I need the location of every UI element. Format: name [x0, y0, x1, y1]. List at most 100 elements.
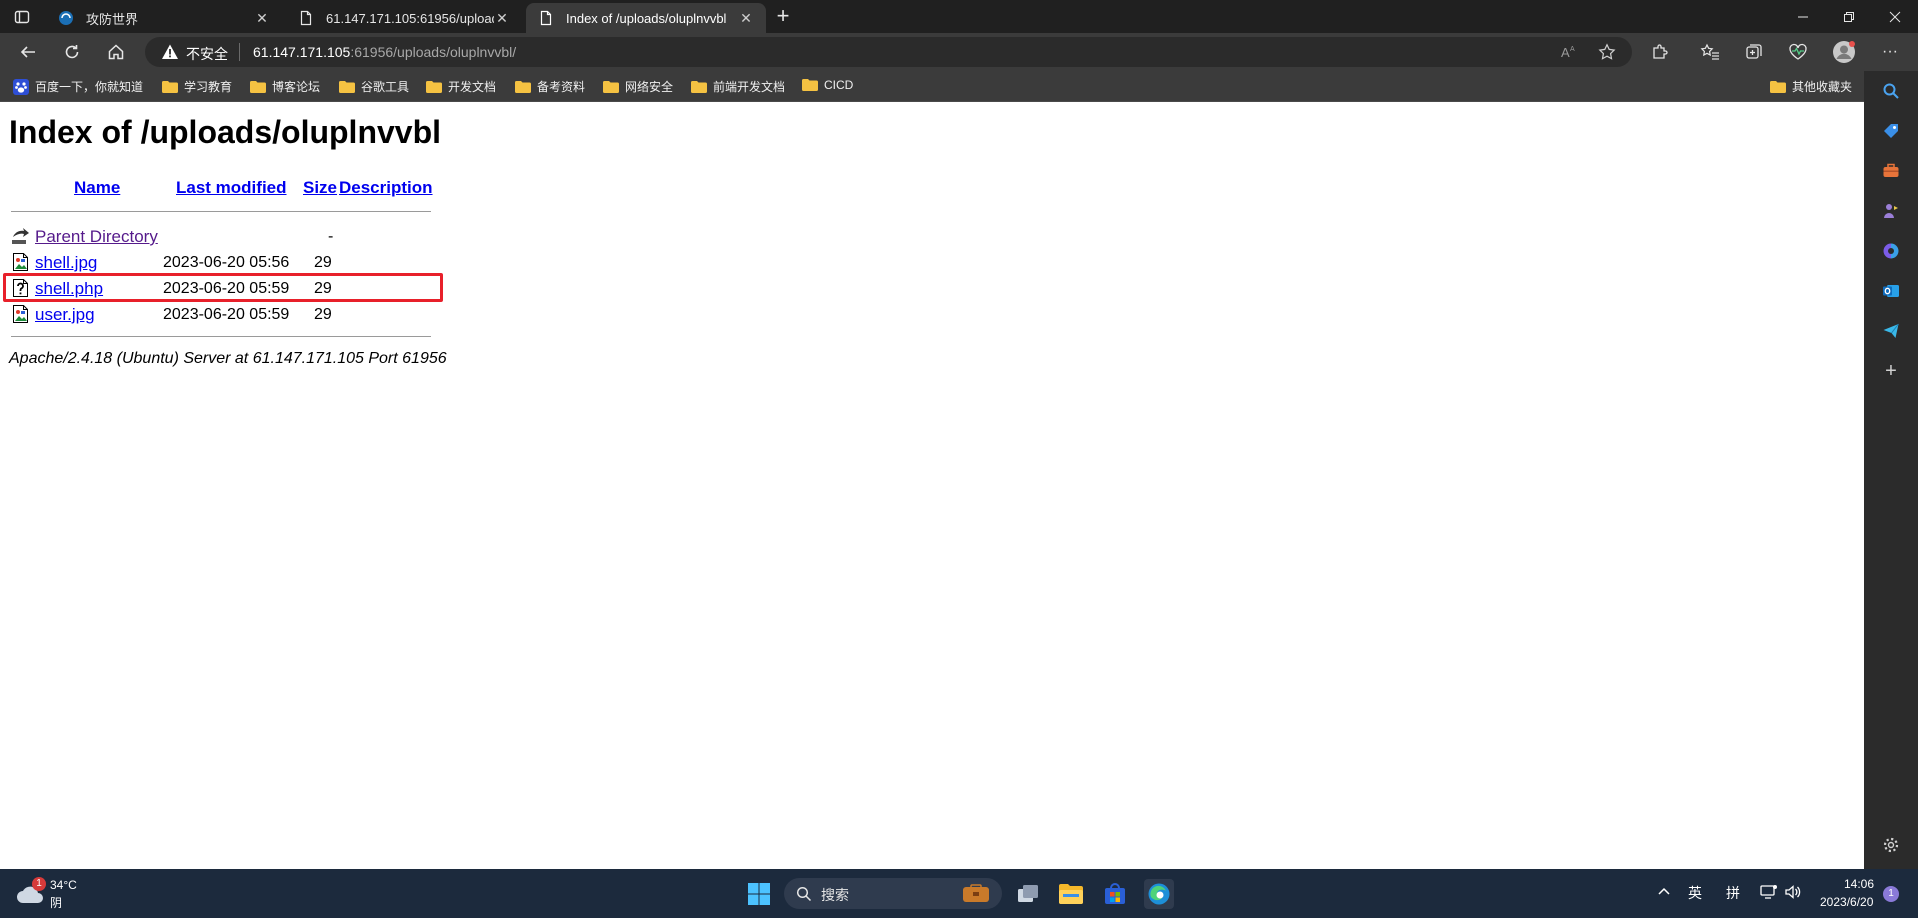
- row-size: 29: [314, 280, 332, 297]
- show-hidden-icons[interactable]: [1656, 884, 1672, 900]
- close-tab-icon[interactable]: ✕: [254, 10, 270, 27]
- bookmark-folder-cicd[interactable]: CICD: [802, 78, 853, 92]
- weather-desc: 阴: [50, 896, 63, 910]
- page-icon: [298, 10, 314, 26]
- link-parent-directory[interactable]: Parent Directory: [35, 227, 158, 247]
- copilot-icon[interactable]: [1881, 241, 1901, 261]
- column-header-description[interactable]: Description: [339, 178, 433, 198]
- windows-logo-icon: [748, 883, 770, 905]
- site-favicon-icon: [58, 10, 74, 26]
- tab-upload[interactable]: 61.147.171.105:61956/upload.php ✕: [286, 3, 522, 33]
- folder-icon: [339, 80, 355, 93]
- browser-essentials-icon[interactable]: [1786, 40, 1810, 64]
- minimize-button[interactable]: [1780, 0, 1826, 33]
- bookmark-label: 学习教育: [184, 80, 233, 94]
- taskbar-search[interactable]: 搜索: [784, 878, 1002, 909]
- bookmark-folder-study[interactable]: 学习教育: [162, 78, 232, 95]
- start-button[interactable]: [744, 879, 774, 909]
- column-header-name[interactable]: Name: [74, 178, 120, 198]
- server-signature: Apache/2.4.18 (Ubuntu) Server at 61.147.…: [9, 350, 447, 367]
- row-date: 2023-06-20 05:56: [163, 254, 290, 271]
- notification-badge[interactable]: 1: [1883, 886, 1899, 902]
- url-host: 61.147.171.105: [253, 44, 351, 60]
- weather-temp: 34°C: [50, 878, 77, 892]
- collections-icon[interactable]: [1742, 40, 1766, 64]
- close-tab-icon[interactable]: ✕: [494, 10, 510, 27]
- close-tab-icon[interactable]: ✕: [738, 10, 754, 27]
- link-shell-jpg[interactable]: shell.jpg: [35, 253, 97, 273]
- sidebar-settings-icon[interactable]: [1881, 835, 1901, 855]
- bookmark-folder-frontend[interactable]: 前端开发文档: [691, 78, 785, 95]
- bookmark-label: 备考资料: [537, 80, 586, 94]
- ime-language[interactable]: 英: [1688, 883, 1702, 903]
- new-tab-button[interactable]: +: [772, 5, 794, 28]
- bookmark-label: 博客论坛: [272, 80, 321, 94]
- shopping-tag-icon[interactable]: [1881, 121, 1901, 141]
- weather-badge: 1: [32, 877, 46, 891]
- tab-actions-icon[interactable]: [14, 9, 30, 25]
- url-text[interactable]: 61.147.171.105:61956/uploads/oluplnvvbl/: [253, 44, 516, 60]
- send-icon[interactable]: [1881, 321, 1901, 341]
- home-button[interactable]: [100, 37, 132, 67]
- favorites-icon[interactable]: [1698, 40, 1722, 64]
- favorite-star-icon[interactable]: [1597, 42, 1617, 62]
- warning-icon[interactable]: [161, 43, 179, 66]
- folder-icon: [802, 79, 818, 91]
- taskbar: 1 34°C 阴 搜索 英 拼 14:06 2023/6/20 1: [0, 869, 1918, 918]
- outlook-icon[interactable]: [1881, 281, 1901, 301]
- bookmark-folder-other[interactable]: 其他收藏夹: [1770, 78, 1852, 95]
- folder-icon: [691, 80, 707, 93]
- games-icon[interactable]: [1881, 201, 1901, 221]
- restore-button[interactable]: [1826, 0, 1872, 33]
- tools-briefcase-icon[interactable]: [1881, 161, 1901, 181]
- tab-index-uploads[interactable]: Index of /uploads/oluplnvvbl ✕: [526, 3, 766, 33]
- tab-gongfang[interactable]: 攻防世界 ✕: [46, 3, 282, 33]
- bookmark-folder-security[interactable]: 网络安全: [603, 78, 673, 95]
- image-file-icon: [11, 304, 31, 324]
- search-icon[interactable]: [1881, 81, 1901, 101]
- weather-widget[interactable]: 1 34°C 阴: [16, 877, 86, 911]
- folder-icon: [426, 80, 442, 93]
- more-menu-icon[interactable]: ···: [1878, 40, 1902, 64]
- add-sidebar-app-icon[interactable]: +: [1881, 360, 1901, 382]
- close-window-button[interactable]: [1872, 0, 1918, 33]
- address-bar[interactable]: 不安全 61.147.171.105:61956/uploads/oluplnv…: [145, 37, 1632, 67]
- bookmark-label: 网络安全: [625, 80, 674, 94]
- microsoft-store-icon[interactable]: [1100, 879, 1130, 909]
- back-button[interactable]: [12, 37, 44, 67]
- profile-avatar[interactable]: [1832, 40, 1856, 64]
- tab-title: Index of /uploads/oluplnvvbl: [566, 10, 727, 26]
- link-shell-php[interactable]: shell.php: [35, 279, 103, 299]
- link-user-jpg[interactable]: user.jpg: [35, 305, 95, 325]
- task-view-icon[interactable]: [1013, 879, 1043, 909]
- back-icon: [11, 226, 31, 246]
- column-header-size[interactable]: Size: [303, 178, 337, 198]
- edge-browser-icon[interactable]: [1144, 879, 1174, 909]
- folder-icon: [250, 80, 266, 93]
- folder-icon: [162, 80, 178, 93]
- row-size: -: [328, 228, 334, 245]
- clock-date[interactable]: 2023/6/20: [1820, 895, 1873, 909]
- read-aloud-icon[interactable]: AA: [1559, 42, 1579, 62]
- column-header-last-modified[interactable]: Last modified: [176, 178, 287, 198]
- bookmark-folder-blog[interactable]: 博客论坛: [250, 78, 320, 95]
- page-content: Index of /uploads/oluplnvvbl Name Last m…: [0, 102, 1864, 869]
- url-divider: [239, 43, 240, 61]
- title-bar: 攻防世界 ✕ 61.147.171.105:61956/upload.php ✕…: [0, 0, 1918, 33]
- extensions-icon[interactable]: [1648, 40, 1672, 64]
- file-explorer-icon[interactable]: [1056, 879, 1086, 909]
- url-path: :61956/uploads/oluplnvvbl/: [350, 44, 517, 60]
- volume-icon[interactable]: [1784, 884, 1802, 900]
- search-highlight-icon: [963, 884, 989, 902]
- ime-mode[interactable]: 拼: [1726, 883, 1740, 903]
- bookmark-folder-google-tools[interactable]: 谷歌工具: [339, 78, 409, 95]
- bookmark-folder-dev-docs[interactable]: 开发文档: [426, 78, 496, 95]
- clock-time[interactable]: 14:06: [1844, 877, 1874, 891]
- bookmark-folder-exam[interactable]: 备考资料: [515, 78, 585, 95]
- divider-bottom: [11, 336, 431, 337]
- refresh-icon: [65, 45, 79, 59]
- security-label[interactable]: 不安全: [186, 44, 228, 64]
- network-icon[interactable]: [1760, 884, 1778, 900]
- bookmark-baidu[interactable]: 百度一下，你就知道: [13, 78, 143, 95]
- refresh-button[interactable]: [56, 37, 88, 67]
